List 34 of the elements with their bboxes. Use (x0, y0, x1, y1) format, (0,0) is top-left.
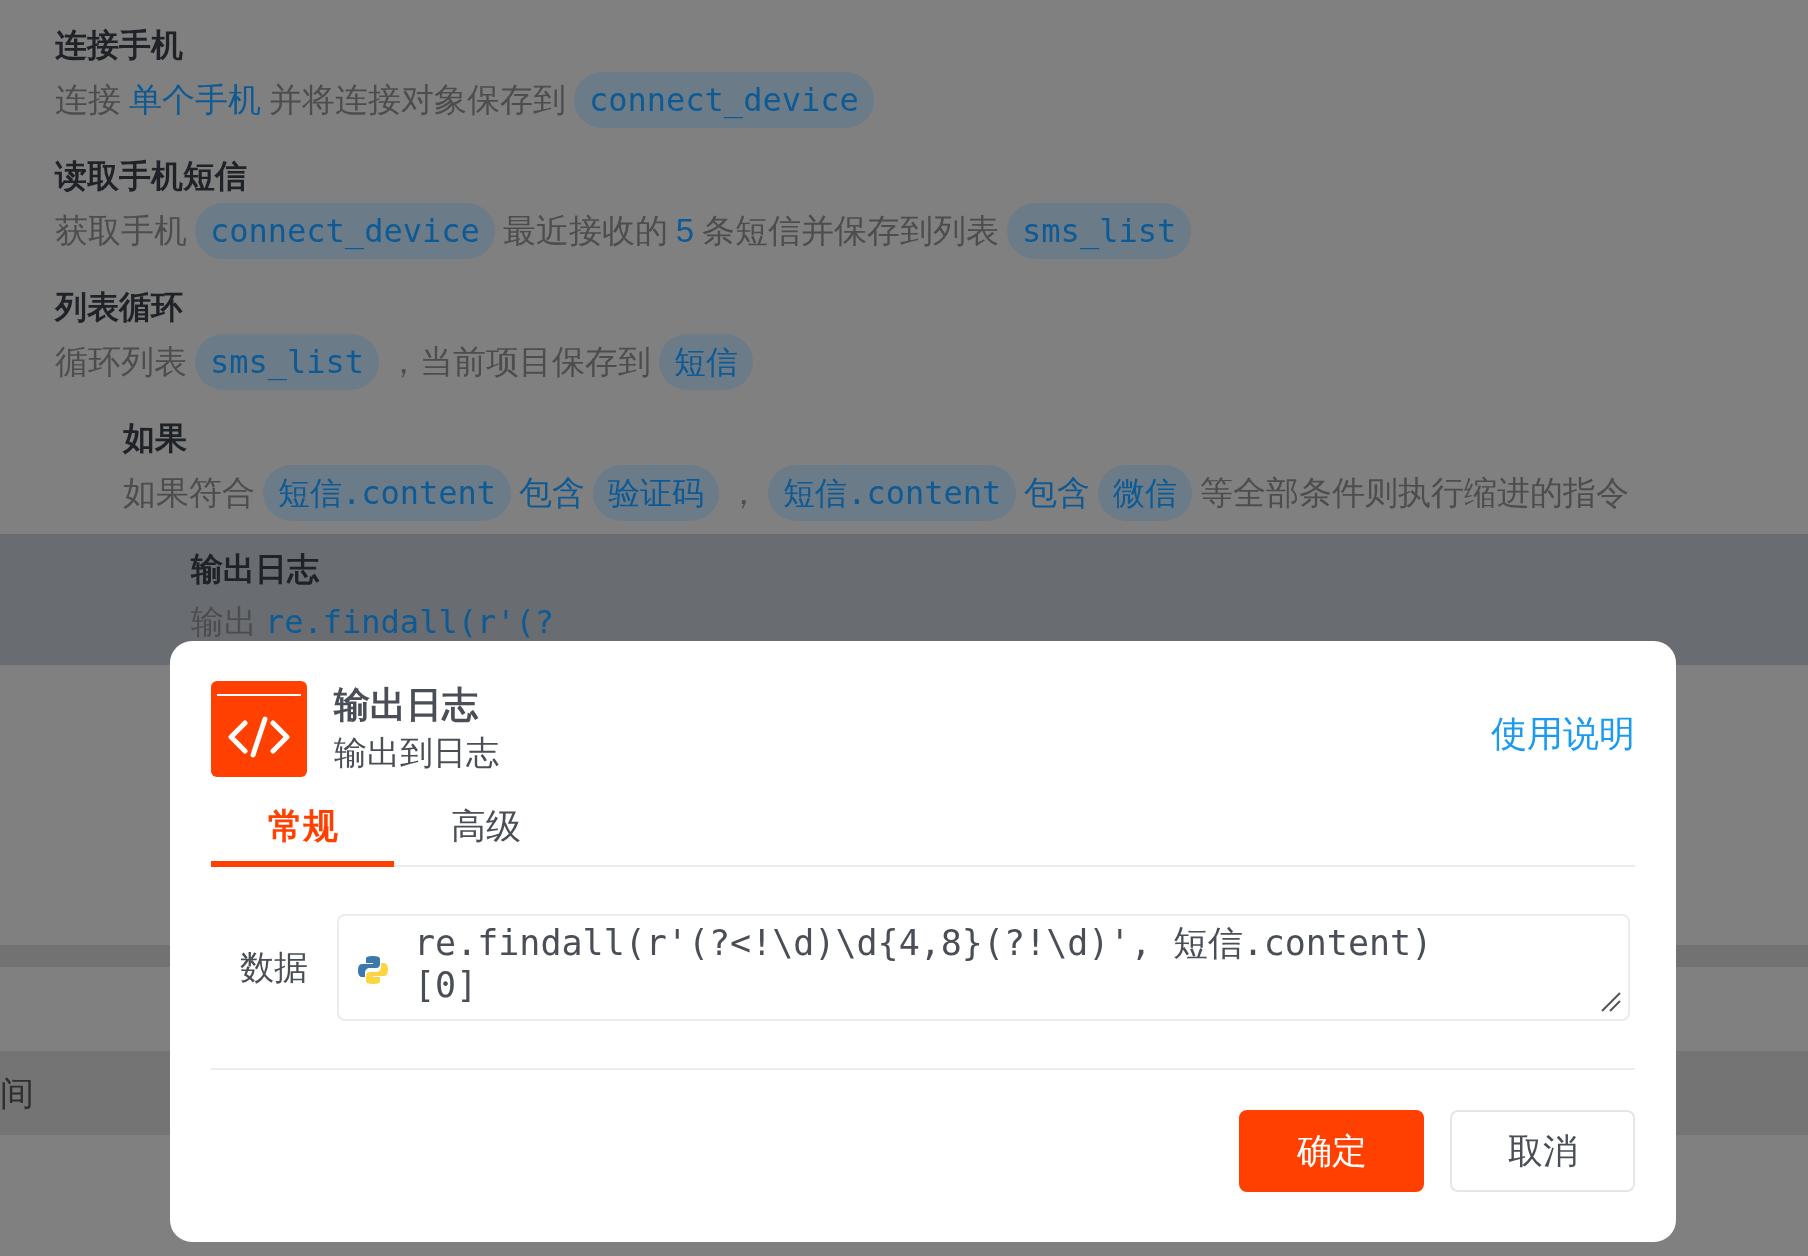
variable-tag: connect_device (574, 72, 874, 128)
code-field[interactable]: re.findall(r'(?<!\d)\d{4,8}(?!\d)', 短信.content)[0] (337, 914, 1630, 1021)
tab[interactable]: 高级 (394, 791, 577, 867)
dialog-title: 输出日志 (334, 683, 479, 727)
value-text: 包含 (519, 473, 586, 513)
cancel-button[interactable]: 取消 (1450, 1110, 1635, 1192)
variable-tag: sms_list (195, 334, 380, 390)
variable-tag: 短信.content (768, 465, 1017, 521)
variable-tag: 验证码 (593, 465, 720, 521)
field-label: 数据 (239, 947, 309, 988)
python-icon (357, 954, 389, 986)
step-title: 如果 (123, 419, 188, 458)
variable-tag: connect_device (195, 203, 495, 259)
code-text: re.findall(r'(?<!\d)\d{4,8}(?!\d)', 短信.content)[0] (414, 922, 1434, 1007)
description-text: ， (727, 473, 761, 513)
value-text: 包含 (1024, 473, 1091, 513)
variable-tag: 微信 (1098, 465, 1193, 521)
value-text: 单个手机 (129, 80, 261, 120)
confirm-button[interactable]: 确定 (1239, 1110, 1424, 1192)
step-title: 输出日志 (191, 550, 320, 589)
variable-tag: sms_list (1007, 203, 1192, 259)
step-title: 连接手机 (55, 26, 184, 65)
value-text: 5 (675, 211, 695, 251)
help-link[interactable]: 使用说明 (1491, 707, 1635, 761)
code-text: re.findall(r'(? (265, 602, 554, 643)
code-icon (211, 681, 307, 777)
column-label: 间 (0, 1072, 34, 1114)
variable-tag: 短信.content (263, 465, 512, 521)
step-title: 读取手机短信 (55, 157, 248, 196)
resize-handle-icon[interactable] (1600, 991, 1622, 1013)
step-title: 列表循环 (55, 288, 184, 327)
variable-tag: 短信 (659, 334, 754, 390)
dialog-subtitle: 输出到日志 (334, 733, 499, 773)
tab[interactable]: 常规 (211, 791, 394, 867)
